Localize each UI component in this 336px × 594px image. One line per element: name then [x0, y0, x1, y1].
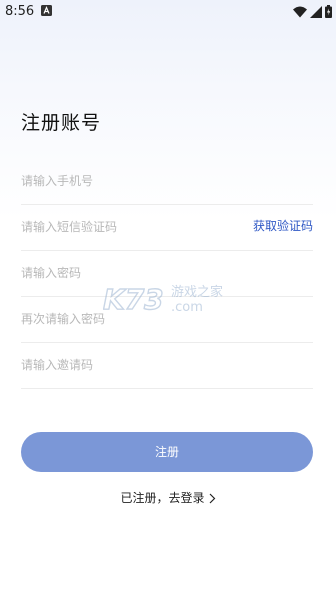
signal-icon	[310, 5, 322, 18]
sms-code-field: 获取验证码	[21, 204, 313, 251]
chevron-right-icon	[209, 493, 215, 504]
watermark-brand: K73	[103, 283, 164, 316]
register-button[interactable]: 注册	[21, 432, 313, 472]
status-bar: 8:56	[0, 0, 336, 24]
k73-watermark-logo: K73 游戏之家 .com	[103, 282, 223, 316]
get-code-button[interactable]: 获取验证码	[253, 218, 313, 234]
invite-code-input[interactable]	[21, 342, 241, 388]
status-icons	[293, 3, 332, 20]
watermark-text: 游戏之家	[171, 284, 223, 300]
login-link[interactable]: 已注册，去登录	[0, 490, 336, 507]
status-time: 8:56	[5, 4, 35, 19]
sms-code-input[interactable]	[21, 204, 241, 250]
wifi-icon	[293, 6, 307, 17]
page-title: 注册账号	[21, 112, 102, 134]
app-notification-icon	[41, 5, 52, 16]
phone-input[interactable]	[21, 158, 241, 204]
invite-code-field	[21, 342, 313, 389]
phone-field	[21, 158, 313, 205]
login-link-label: 已注册，去登录	[120, 491, 205, 505]
battery-icon	[325, 5, 332, 18]
watermark-domain: .com	[171, 300, 203, 315]
